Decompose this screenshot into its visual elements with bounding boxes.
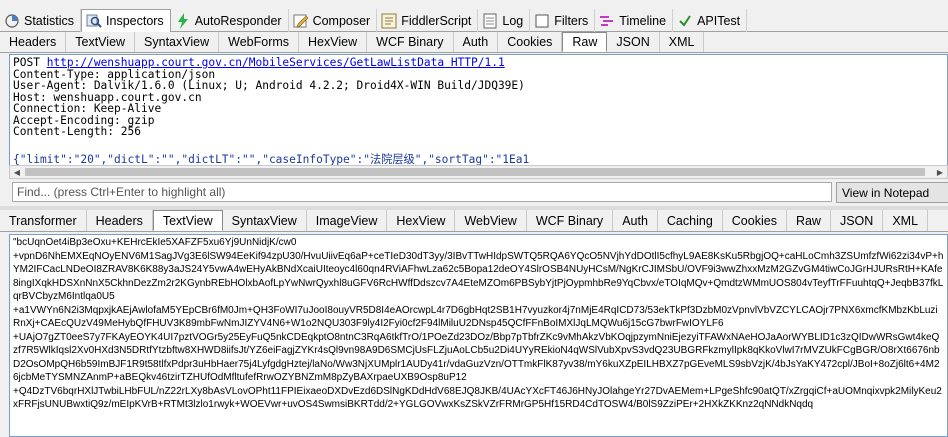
view-in-notepad-button[interactable]: View in Notepad [836, 182, 948, 203]
response-tab-caching[interactable]: Caching [658, 210, 723, 231]
lightning-icon [175, 12, 191, 29]
main-tab-label: Filters [554, 13, 589, 28]
timeline-icon [599, 13, 615, 29]
main-tab-label: Timeline [619, 13, 667, 28]
main-tab-composer[interactable]: Composer [289, 9, 378, 32]
response-tab-json[interactable]: JSON [831, 210, 884, 231]
main-tab-strip: Statistics Inspectors AutoResponder Compose… [0, 9, 948, 33]
main-tab-label: Statistics [24, 13, 75, 28]
main-tab-label: AutoResponder [194, 13, 282, 28]
main-tab-label: Composer [312, 13, 371, 28]
response-tab-headers[interactable]: Headers [87, 210, 153, 231]
request-tab-wcf-binary[interactable]: WCF Binary [367, 32, 454, 52]
response-body-text: "bcUqnOet4iBp3eOxu+KEHrcEkIe5XAFZF5xu6Yj… [13, 237, 944, 410]
main-tab-label: APITest [697, 13, 741, 28]
main-tab-apitest[interactable]: APITest [673, 9, 748, 32]
response-tab-wcf-binary[interactable]: WCF Binary [527, 210, 614, 231]
response-tab-auth[interactable]: Auth [613, 210, 658, 231]
response-inspector-tabs: Transformer Headers TextView SyntaxView Imag… [0, 210, 948, 232]
statistics-icon [4, 13, 20, 29]
response-text-view[interactable]: "bcUqnOet4iBp3eOxu+KEHrcEkIe5XAFZF5xu6Yj… [9, 234, 948, 437]
main-tab-autoresponder[interactable]: AutoResponder [171, 9, 289, 32]
main-tab-label: Inspectors [106, 14, 164, 28]
request-tab-webforms[interactable]: WebForms [219, 32, 300, 52]
request-tab-textview[interactable]: TextView [66, 32, 136, 52]
response-tab-transformer[interactable]: Transformer [0, 210, 87, 231]
response-tab-imageview[interactable]: ImageView [307, 210, 388, 231]
scrollbar-thumb[interactable] [25, 168, 925, 176]
request-tab-hexview[interactable]: HexView [299, 32, 368, 52]
main-tab-log[interactable]: Log [478, 9, 531, 32]
main-tab-timeline[interactable]: Timeline [595, 9, 674, 32]
request-inspector-tabs: Headers TextView SyntaxView WebForms HexView… [0, 32, 948, 53]
request-body-partial: {"limit":"20","dictL":"","dictLT":"","ca… [13, 152, 530, 166]
request-horizontal-scrollbar[interactable]: ◀ ▶ [9, 165, 948, 179]
main-tab-fiddlerscript[interactable]: FiddlerScript [377, 9, 479, 32]
main-tab-inspectors[interactable]: Inspectors [81, 9, 171, 33]
main-tab-statistics[interactable]: Statistics [0, 9, 82, 32]
fiddlerscript-icon [381, 13, 397, 29]
request-tab-headers[interactable]: Headers [0, 32, 67, 52]
response-tab-webview[interactable]: WebView [455, 210, 527, 231]
response-tab-raw[interactable]: Raw [787, 210, 831, 231]
main-tab-filters[interactable]: Filters [530, 9, 596, 32]
request-tab-cookies[interactable]: Cookies [498, 32, 563, 52]
scroll-left-arrow-icon[interactable]: ◀ [10, 166, 24, 178]
filters-icon [534, 13, 550, 29]
inspectors-icon [86, 13, 102, 29]
request-raw-view[interactable]: POST http://wenshuapp.court.gov.cn/Mobil… [9, 54, 948, 175]
apitest-icon [677, 13, 693, 29]
request-raw-text: POST http://wenshuapp.court.gov.cn/Mobil… [10, 55, 947, 167]
main-tab-label: FiddlerScript [401, 13, 472, 28]
request-header-line: Content-Length: 256 [13, 125, 141, 138]
scroll-right-arrow-icon[interactable]: ▶ [933, 166, 947, 178]
response-tab-cookies[interactable]: Cookies [723, 210, 787, 231]
response-tab-hexview[interactable]: HexView [387, 210, 456, 231]
response-tab-xml[interactable]: XML [883, 210, 929, 231]
log-icon [482, 13, 498, 29]
request-tab-syntaxview[interactable]: SyntaxView [135, 32, 220, 52]
find-input[interactable]: Find... (press Ctrl+Enter to highlight a… [12, 182, 832, 202]
request-tab-raw[interactable]: Raw [562, 32, 608, 52]
main-tab-label: Log [502, 13, 524, 28]
request-tab-auth[interactable]: Auth [454, 32, 499, 52]
request-tab-json[interactable]: JSON [607, 32, 660, 52]
request-tab-xml[interactable]: XML [660, 32, 705, 52]
response-tab-textview[interactable]: TextView [152, 210, 223, 231]
response-tab-syntaxview[interactable]: SyntaxView [223, 210, 307, 231]
composer-icon [293, 13, 309, 29]
